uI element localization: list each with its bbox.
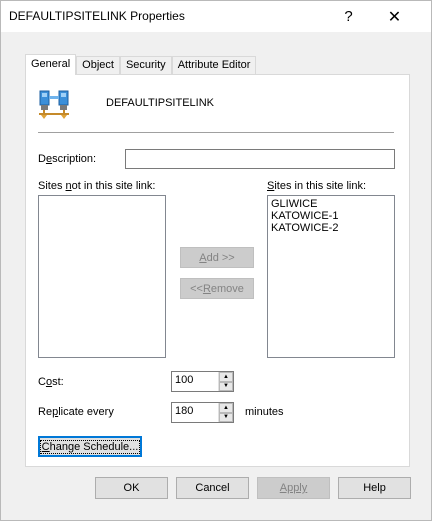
cost-spin-buttons: ▲ ▼ (218, 372, 233, 391)
object-name: DEFAULTIPSITELINK (106, 97, 214, 109)
replicate-spin-buttons: ▲ ▼ (218, 403, 233, 422)
close-button[interactable]: ✕ (372, 1, 417, 32)
spin-down-icon[interactable]: ▼ (219, 381, 233, 391)
sites-not-in-label: Sites not in this site link: (38, 180, 156, 192)
cost-stepper[interactable]: 100 ▲ ▼ (171, 371, 234, 392)
cancel-button[interactable]: Cancel (176, 477, 249, 499)
close-icon: ✕ (387, 8, 402, 26)
properties-dialog: DEFAULTIPSITELINK Properties ? ✕ General… (0, 0, 432, 521)
list-item[interactable]: GLIWICE (271, 198, 391, 210)
tab-attribute-editor[interactable]: Attribute Editor (171, 56, 257, 75)
list-item[interactable]: KATOWICE-2 (271, 222, 391, 234)
replicate-stepper[interactable]: 180 ▲ ▼ (171, 402, 234, 423)
minutes-label: minutes (245, 406, 284, 418)
remove-button[interactable]: << Remove (180, 278, 254, 299)
replicate-label: Replicate every (38, 406, 114, 418)
help-title-button[interactable]: ? (326, 1, 371, 32)
ok-button[interactable]: OK (95, 477, 168, 499)
title-bar: DEFAULTIPSITELINK Properties ? ✕ (1, 1, 431, 32)
sites-not-in-list[interactable] (38, 195, 166, 358)
help-button[interactable]: Help (338, 477, 411, 499)
site-link-icon (39, 90, 69, 119)
sites-in-label: Sites in this site link: (267, 180, 367, 192)
replicate-value[interactable]: 180 (175, 405, 193, 417)
apply-button[interactable]: Apply (257, 477, 330, 499)
separator (38, 132, 394, 133)
change-schedule-button[interactable]: Change Schedule... (38, 436, 142, 457)
general-tab-panel: DEFAULTIPSITELINK Description: Sites not… (25, 74, 410, 467)
list-item[interactable]: KATOWICE-1 (271, 210, 391, 222)
tab-security[interactable]: Security (119, 56, 172, 75)
tab-general[interactable]: General (25, 54, 77, 75)
cost-value[interactable]: 100 (175, 374, 193, 386)
description-label: Description: (38, 153, 97, 165)
spin-up-icon[interactable]: ▲ (219, 372, 233, 382)
window-title: DEFAULTIPSITELINK Properties (9, 9, 185, 23)
sites-in-list[interactable]: GLIWICE KATOWICE-1 KATOWICE-2 (267, 195, 395, 358)
tab-strip: General Object Security Attribute Editor (25, 54, 257, 75)
spin-up-icon[interactable]: ▲ (219, 403, 233, 413)
cost-label: Cost: (38, 376, 64, 388)
add-button[interactable]: Add >> (180, 247, 254, 268)
description-input[interactable] (125, 149, 395, 169)
tab-object[interactable]: Object (76, 56, 120, 75)
question-mark-icon: ? (344, 8, 353, 25)
spin-down-icon[interactable]: ▼ (219, 412, 233, 422)
